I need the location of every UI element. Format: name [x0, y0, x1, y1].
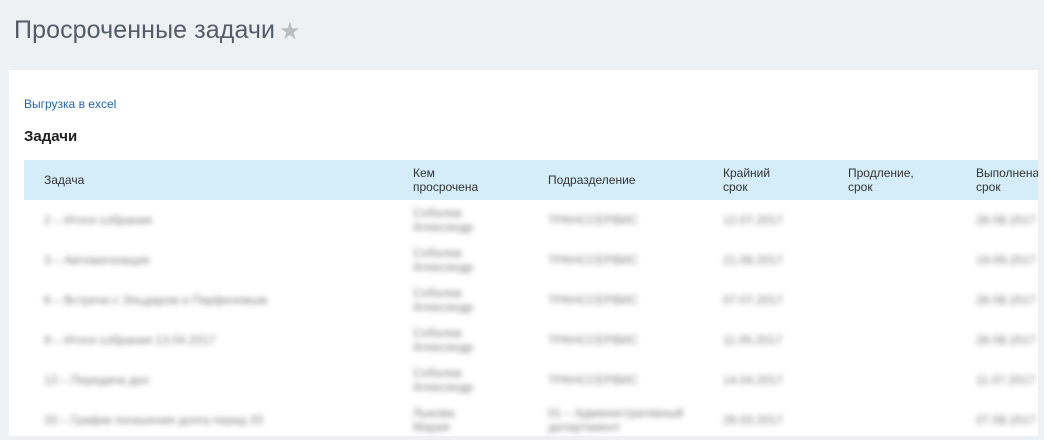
page-title: Просроченные задачи ★	[14, 16, 301, 46]
overdue-by-cell: Соболев Александр	[413, 246, 474, 274]
page-title-text: Просроченные задачи	[14, 16, 276, 44]
column-header-completed[interactable]: Выполнена, срок	[976, 160, 1044, 200]
column-header-task[interactable]: Задача	[24, 160, 413, 200]
extension-cell	[848, 320, 976, 360]
overdue-by-cell: Соболев Александр	[413, 366, 474, 394]
column-header-overdue-by[interactable]: Кем просрочена	[413, 160, 548, 200]
tasks-table: Задача Кем просрочена Подразделение Край…	[24, 160, 1044, 440]
completed-cell: 28.08.2017	[976, 213, 1037, 227]
table-row[interactable]: 2 – Итоги собрания Соболев Александр ТРАН…	[24, 200, 1044, 240]
table-row[interactable]: 8 – Встреча с Эльдаром и Парфеновым Собо…	[24, 280, 1044, 320]
department-cell: ТРАНССЕРВИС	[548, 253, 638, 267]
completed-cell: 28.08.2017	[976, 333, 1037, 347]
department-cell: ТРАНССЕРВИС	[548, 373, 638, 387]
task-cell[interactable]: 9 – Итоги собрания 13.04.2017	[24, 320, 413, 360]
extension-cell	[848, 400, 976, 440]
deadline-cell: 12.07.2017	[723, 213, 784, 227]
section-title: Задачи	[24, 128, 78, 145]
completed-cell: 07.08.2017	[976, 413, 1037, 427]
page-scroll-gutter	[1038, 70, 1044, 436]
page-header: Просроченные задачи ★	[0, 0, 1044, 70]
completed-cell: 28.08.2017	[976, 293, 1037, 307]
deadline-cell: 14.04.2017	[723, 373, 784, 387]
content-panel: Выгрузка в excel Задачи Задача Кем проср…	[9, 70, 1044, 436]
star-icon[interactable]: ★	[279, 17, 301, 46]
deadline-cell: 21.08.2017	[723, 253, 784, 267]
table-row[interactable]: 13 – Передача дел Соболев Александр ТРАНС…	[24, 360, 1044, 400]
task-cell[interactable]: 3 – Автоматизация	[24, 240, 413, 280]
extension-cell	[848, 240, 976, 280]
table-row[interactable]: 3 – Автоматизация Соболев Александр ТРАНС…	[24, 240, 1044, 280]
table-row[interactable]: 9 – Итоги собрания 13.04.2017 Соболев Але…	[24, 320, 1044, 360]
overdue-by-cell: Соболев Александр	[413, 206, 474, 234]
deadline-cell: 07.07.2017	[723, 293, 784, 307]
completed-cell: 19.09.2017	[976, 253, 1037, 267]
extension-cell	[848, 280, 976, 320]
column-header-deadline[interactable]: Крайний срок	[723, 160, 848, 200]
completed-cell: 11.07.2017	[976, 373, 1036, 387]
overdue-by-cell: Лыкова Мария	[413, 406, 455, 434]
table-header-row: Задача Кем просрочена Подразделение Край…	[24, 160, 1044, 200]
table-row[interactable]: 33 – График погашения долга перед 33 Лык…	[24, 400, 1044, 440]
extension-cell	[848, 200, 976, 240]
column-header-extension[interactable]: Продление, срок	[848, 160, 976, 200]
task-cell[interactable]: 33 – График погашения долга перед 33	[24, 400, 413, 440]
deadline-cell: 11.05.2017	[723, 333, 783, 347]
department-cell: ТРАНССЕРВИС	[548, 213, 638, 227]
deadline-cell: 28.03.2017	[723, 413, 784, 427]
department-cell: ТРАНССЕРВИС	[548, 333, 638, 347]
export-excel-link[interactable]: Выгрузка в excel	[24, 97, 116, 111]
task-cell[interactable]: 8 – Встреча с Эльдаром и Парфеновым	[24, 280, 413, 320]
department-cell: 01 – Административный департамент	[548, 406, 684, 434]
overdue-by-cell: Соболев Александр	[413, 326, 474, 354]
overdue-by-cell: Соболев Александр	[413, 286, 474, 314]
task-cell[interactable]: 2 – Итоги собрания	[24, 200, 413, 240]
extension-cell	[848, 360, 976, 400]
column-header-department[interactable]: Подразделение	[548, 160, 723, 200]
task-cell[interactable]: 13 – Передача дел	[24, 360, 413, 400]
department-cell: ТРАНССЕРВИС	[548, 293, 638, 307]
